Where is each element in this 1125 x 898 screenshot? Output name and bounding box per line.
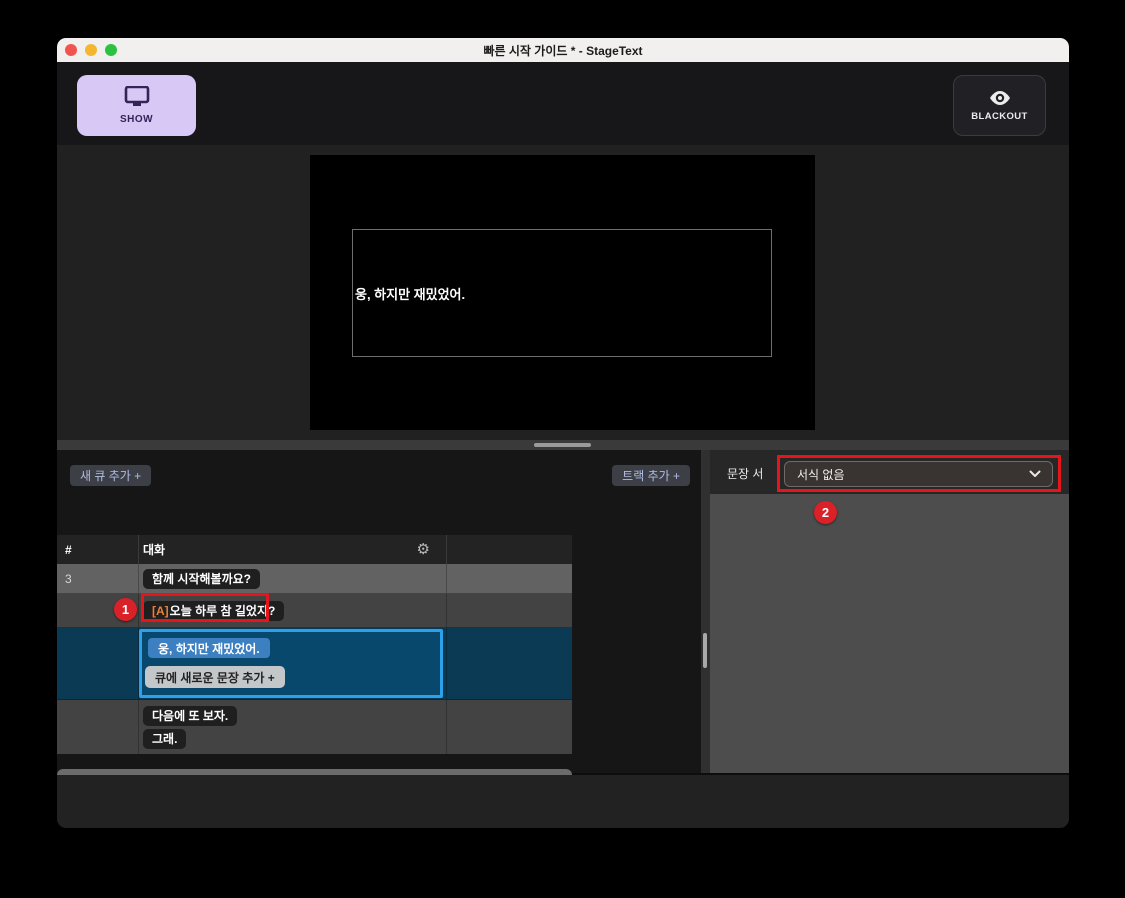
app-window: 빠른 시작 가이드 * - StageText SHOW BLACKOUT 웅,… (57, 38, 1069, 828)
window-title: 빠른 시작 가이드 * - StageText (483, 43, 643, 58)
chevron-down-icon (1029, 470, 1041, 478)
blackout-button-label: BLACKOUT (971, 110, 1028, 122)
annotation-step-badge-1: 1 (114, 598, 137, 621)
add-cue-button[interactable]: 새 큐 추가 + (70, 465, 152, 486)
format-dropdown[interactable]: 서식 없음 (784, 461, 1053, 487)
cue-number: 3 (65, 571, 72, 586)
speaker-tag: [A] (152, 603, 169, 618)
vertical-scrollbar[interactable] (703, 633, 707, 668)
cue-row-3[interactable]: 3 함께 시작해볼까요? (57, 564, 572, 594)
add-sentence-to-cue-button[interactable]: 큐에 새로운 문장 추가 + (145, 666, 285, 688)
cue-table: # 대화 ⚙ 3 함께 시작해볼까요? [A] 오늘 하루 참 길었지? 웅, … (57, 535, 572, 754)
format-dropdown-value: 서식 없음 (797, 467, 845, 482)
format-label: 문장 서 (727, 467, 764, 481)
preview-caption: 웅, 하지만 재밌었어. (355, 286, 466, 302)
selected-sentence-chip[interactable]: 웅, 하지만 재밌었어. (148, 638, 270, 658)
status-bar (57, 775, 1069, 828)
gear-icon[interactable]: ⚙ (417, 542, 430, 557)
eye-icon (988, 90, 1012, 106)
cue-row-selected[interactable]: 웅, 하지만 재밌었어. 큐에 새로운 문장 추가 + (57, 628, 572, 700)
format-panel: 문장 서 서식 없음 (710, 450, 1069, 773)
panel-divider (701, 450, 710, 773)
annotation-step-badge-2: 2 (814, 501, 837, 524)
format-panel-topbar: 문장 서 서식 없음 (710, 450, 1069, 494)
sentence-chip[interactable]: 다음에 또 보자. (143, 705, 238, 726)
sentence-chip[interactable]: 함께 시작해볼까요? (143, 568, 260, 589)
monitor-icon (124, 86, 150, 108)
caption-bounds-box: 웅, 하지만 재밌었어. (352, 229, 772, 357)
splitter-drag-handle[interactable] (534, 443, 591, 447)
show-button-label: SHOW (119, 114, 154, 125)
column-header-dialog: 대화 (143, 543, 166, 557)
blackout-button[interactable]: BLACKOUT (953, 75, 1046, 136)
desktop: { "window": { "title": "빠른 시작 가이드 * - St… (0, 0, 1125, 898)
cue-row-5[interactable]: 다음에 또 보자. 그래. (57, 700, 572, 754)
sentence-chip[interactable]: 그래. (143, 728, 187, 749)
horizontal-splitter (57, 440, 1069, 450)
preview-section: 웅, 하지만 재밌었어. (57, 145, 1069, 440)
cue-list-panel: 새 큐 추가 + 트랙 추가 + # 대화 ⚙ 3 함께 시작해볼까요? [A]… (57, 450, 701, 800)
show-button[interactable]: SHOW (77, 75, 196, 136)
column-header-number: # (65, 542, 72, 557)
toolbar: SHOW BLACKOUT (57, 62, 1069, 145)
add-track-button[interactable]: 트랙 추가 + (612, 465, 690, 486)
titlebar: 빠른 시작 가이드 * - StageText (57, 38, 1069, 62)
sentence-chip[interactable]: [A] 오늘 하루 참 길었지? (143, 600, 285, 621)
output-preview-screen: 웅, 하지만 재밌었어. (310, 155, 815, 430)
cue-table-header: # 대화 ⚙ (57, 535, 572, 564)
selected-cue-cell[interactable]: 웅, 하지만 재밌었어. 큐에 새로운 문장 추가 + (139, 629, 443, 698)
